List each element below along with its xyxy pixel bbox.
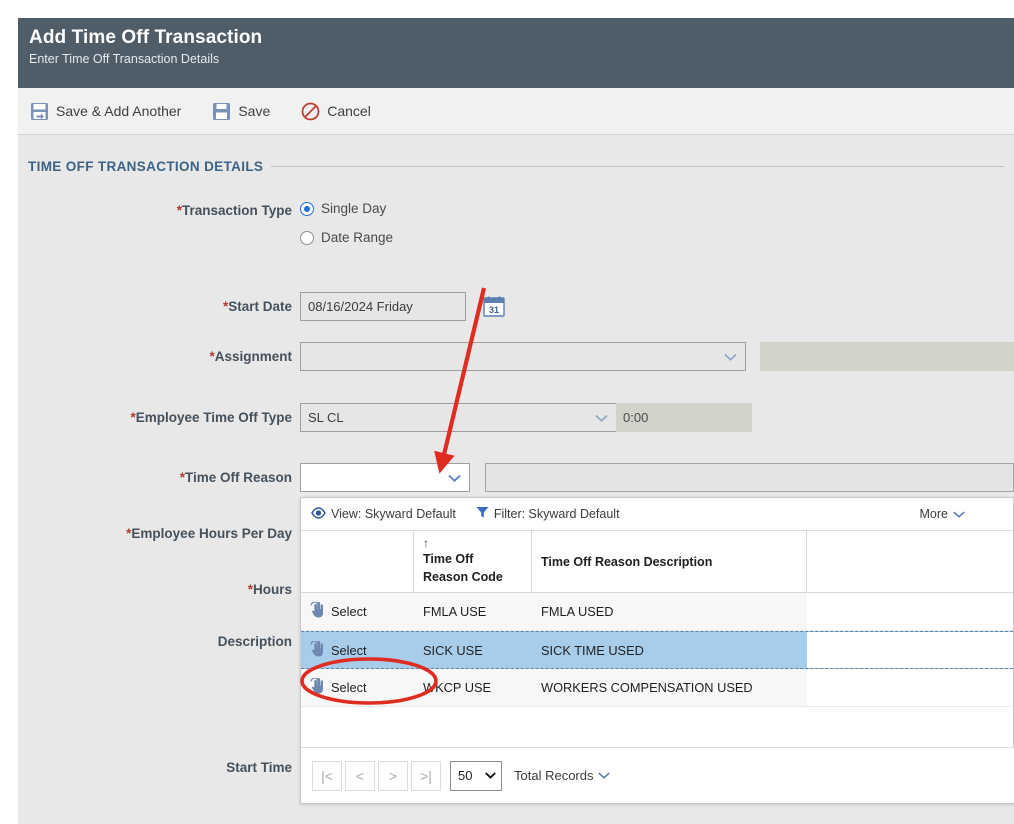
row-filler-cell [807, 669, 1013, 706]
total-records-menu[interactable]: Total Records [514, 768, 611, 783]
select-hand-icon [310, 639, 324, 660]
row-select-cell[interactable]: Select [301, 669, 414, 706]
sort-ascending-icon: ↑ [423, 536, 429, 550]
section-header: TIME OFF TRANSACTION DETAILS [28, 157, 1004, 175]
view-selector[interactable]: View: Skyward Default [311, 506, 456, 522]
grid-header-code-line2: Reason Code [423, 570, 503, 584]
pager-next-button[interactable]: > [378, 760, 408, 791]
employee-hours-per-day-label: *Employee Hours Per Day [126, 526, 292, 541]
grid-header-code-line1: Time Off [423, 552, 474, 566]
cancel-icon [301, 102, 320, 121]
assignment-secondary-field [760, 342, 1014, 371]
grid-header-description[interactable]: Time Off Reason Description [532, 531, 807, 592]
save-icon [212, 102, 231, 121]
chevron-down-icon [953, 510, 965, 518]
employee-time-off-type-label: *Employee Time Off Type [130, 410, 292, 425]
description-label: Description [217, 634, 292, 649]
table-row[interactable]: Select WKCP USE WORKERS COMPENSATION USE… [301, 669, 1013, 707]
row-filler-cell [807, 593, 1013, 630]
radio-single-day-label: Single Day [321, 201, 387, 216]
start-time-label: Start Time [226, 760, 292, 775]
page-title: Add Time Off Transaction [29, 27, 263, 48]
save-and-add-another-button[interactable]: Save & Add Another [28, 99, 183, 124]
page-size-select[interactable]: 50 [450, 760, 502, 791]
section-rule [271, 165, 1004, 167]
cancel-button[interactable]: Cancel [299, 99, 373, 124]
select-label: Select [331, 604, 367, 619]
table-row[interactable]: Select FMLA USE FMLA USED [301, 593, 1013, 631]
start-date-input[interactable]: 08/16/2024 Friday [300, 292, 466, 321]
row-filler-cell [807, 632, 1013, 668]
svg-text:31: 31 [489, 305, 499, 315]
filter-selector[interactable]: Filter: Skyward Default [476, 506, 620, 522]
calendar-icon[interactable]: 31 [483, 296, 505, 317]
hours-label: *Hours [247, 582, 292, 597]
grid-header-code[interactable]: ↑ Time Off Reason Code [414, 531, 532, 592]
grid-header-description-text: Time Off Reason Description [541, 555, 713, 569]
more-label: More [919, 507, 948, 521]
row-description-cell: WORKERS COMPENSATION USED [541, 680, 753, 695]
time-off-reason-dropdown[interactable] [300, 463, 470, 492]
time-off-reason-label: *Time Off Reason [179, 470, 292, 485]
radio-single-day[interactable]: Single Day [300, 201, 386, 216]
row-description-cell: SICK TIME USED [541, 642, 644, 658]
radio-date-range-label: Date Range [321, 230, 394, 245]
select-label: Select [331, 642, 367, 658]
pager-first-button[interactable]: |< [312, 760, 342, 791]
save-add-another-icon [30, 102, 49, 121]
save-and-add-another-label: Save & Add Another [56, 103, 182, 119]
page-subtitle: Enter Time Off Transaction Details [29, 52, 220, 66]
lookup-toolbar: View: Skyward Default Filter: Skyward De… [301, 498, 1013, 531]
grid-header-row: ↑ Time Off Reason Code Time Off Reason D… [301, 531, 1013, 593]
pager-last-button[interactable]: >| [411, 760, 441, 791]
row-code-cell: SICK USE [423, 642, 483, 658]
action-toolbar: Save & Add Another Save Cancel [18, 88, 1014, 135]
chevron-down-icon [724, 353, 737, 361]
eye-icon [311, 506, 326, 522]
row-code-cell: FMLA USE [423, 604, 487, 619]
employee-time-off-type-value: SL CL [308, 410, 344, 425]
form-body: TIME OFF TRANSACTION DETAILS *Transactio… [18, 135, 1014, 824]
save-button[interactable]: Save [210, 99, 272, 124]
cancel-label: Cancel [327, 103, 371, 119]
more-menu[interactable]: More [920, 507, 1003, 521]
radio-date-range[interactable]: Date Range [300, 230, 393, 245]
radio-date-range-indicator [300, 230, 314, 245]
total-records-label: Total Records [514, 768, 594, 783]
filter-label: Filter: Skyward Default [493, 507, 620, 521]
pager-prev-button[interactable]: < [345, 760, 375, 791]
add-time-off-transaction-window: Add Time Off Transaction Enter Time Off … [18, 18, 1014, 824]
view-label: View: Skyward Default [331, 507, 456, 521]
row-description-cell: FMLA USED [541, 604, 614, 619]
row-code-cell: WKCP USE [423, 680, 492, 695]
table-row[interactable]: Select SICK USE SICK TIME USED [301, 631, 1013, 669]
grid-pager: |< < > >| 50 Total Records [301, 747, 1014, 803]
time-off-reason-grid: ↑ Time Off Reason Code Time Off Reason D… [301, 531, 1013, 707]
chevron-down-icon[interactable] [448, 474, 461, 482]
time-off-balance-field: 0:00 [616, 403, 752, 432]
radio-single-day-indicator [300, 201, 314, 216]
select-hand-icon [310, 677, 324, 697]
chevron-down-icon [485, 772, 496, 779]
page-size-value: 50 [458, 768, 473, 783]
time-off-reason-description-field [485, 463, 1014, 492]
grid-header-select [301, 531, 414, 592]
row-select-cell[interactable]: Select [301, 632, 414, 668]
employee-time-off-type-dropdown[interactable]: SL CL [300, 403, 617, 432]
section-title: TIME OFF TRANSACTION DETAILS [28, 158, 264, 174]
row-select-cell[interactable]: Select [301, 593, 414, 630]
time-off-reason-lookup-panel: View: Skyward Default Filter: Skyward De… [300, 497, 1014, 804]
window-header: Add Time Off Transaction Enter Time Off … [18, 18, 1014, 88]
filter-icon [476, 506, 489, 522]
assignment-label: *Assignment [209, 349, 292, 364]
chevron-down-icon [595, 414, 608, 422]
assignment-dropdown[interactable] [300, 342, 746, 371]
chevron-down-icon [598, 772, 611, 779]
transaction-type-label: *Transaction Type [176, 203, 292, 218]
grid-header-filler [807, 531, 1013, 592]
select-hand-icon [310, 601, 324, 621]
start-date-label: *Start Date [222, 299, 292, 314]
save-label: Save [238, 103, 271, 119]
select-label: Select [331, 680, 367, 695]
